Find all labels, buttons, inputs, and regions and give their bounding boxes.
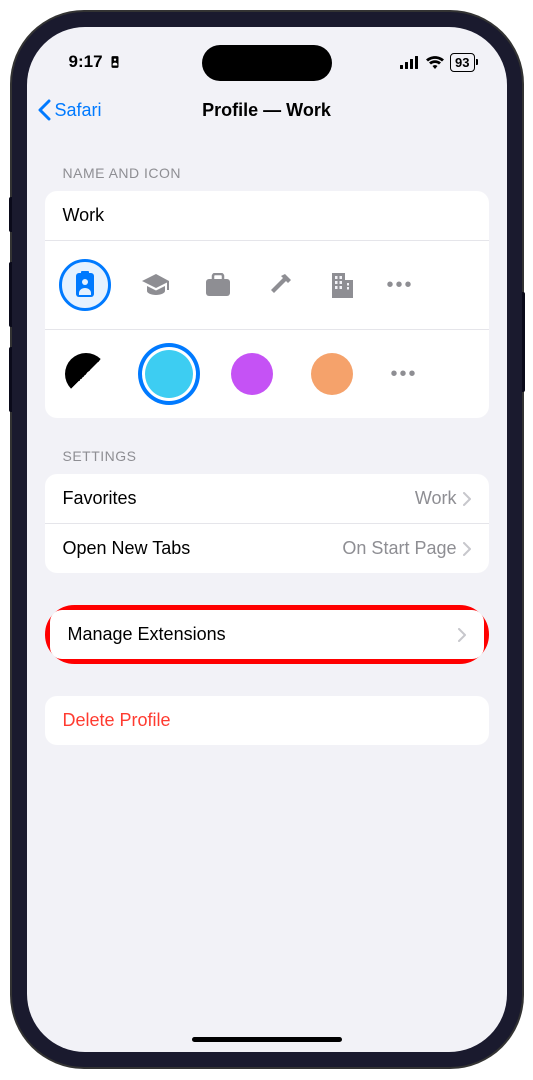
back-label: Safari	[55, 100, 102, 121]
icon-option-graduation[interactable]	[139, 274, 173, 296]
section-header-settings: SETTINGS	[45, 418, 489, 474]
profile-status-icon	[108, 55, 122, 69]
color-picker-row: •••	[45, 330, 489, 418]
color-option-blue[interactable]	[145, 350, 193, 398]
icon-option-badge[interactable]	[59, 259, 111, 311]
navigation-bar: Safari Profile — Work	[27, 85, 507, 135]
phone-screen: 9:17 93 Safari Profile — Work NAME AND I…	[27, 27, 507, 1052]
icon-option-hammer[interactable]	[263, 272, 297, 298]
icon-picker-row: •••	[45, 241, 489, 330]
highlight-annotation: Manage Extensions	[45, 605, 489, 664]
delete-card: Delete Profile	[45, 696, 489, 745]
settings-card: Favorites Work Open New Tabs On Start Pa…	[45, 474, 489, 573]
favorites-value: Work	[415, 488, 457, 509]
graduation-cap-icon	[142, 274, 170, 296]
name-icon-card: Work	[45, 191, 489, 418]
back-button[interactable]: Safari	[37, 99, 102, 121]
building-icon	[330, 272, 354, 298]
phone-frame: 9:17 93 Safari Profile — Work NAME AND I…	[12, 12, 522, 1067]
color-option-purple[interactable]	[231, 353, 273, 395]
chevron-right-icon	[463, 492, 471, 506]
profile-name-value: Work	[63, 205, 105, 226]
color-option-orange[interactable]	[311, 353, 353, 395]
favorites-row[interactable]: Favorites Work	[45, 474, 489, 524]
chevron-left-icon	[37, 99, 51, 121]
manage-extensions-label: Manage Extensions	[68, 624, 226, 645]
wifi-icon	[426, 56, 444, 69]
chevron-right-icon	[458, 628, 466, 642]
section-header-name-icon: NAME AND ICON	[45, 135, 489, 191]
briefcase-icon	[205, 273, 231, 297]
cellular-icon	[400, 56, 420, 69]
open-tabs-label: Open New Tabs	[63, 538, 191, 559]
more-colors-button[interactable]: •••	[391, 363, 418, 386]
mute-switch	[9, 197, 12, 232]
status-time: 9:17	[69, 52, 103, 72]
battery-indicator: 93	[450, 53, 474, 72]
extensions-card: Manage Extensions	[50, 610, 484, 659]
power-button	[522, 292, 525, 392]
profile-name-row[interactable]: Work	[45, 191, 489, 241]
chevron-right-icon	[463, 542, 471, 556]
home-indicator[interactable]	[192, 1037, 342, 1042]
open-tabs-value: On Start Page	[342, 538, 456, 559]
page-title: Profile — Work	[202, 100, 331, 121]
delete-profile-row[interactable]: Delete Profile	[45, 696, 489, 745]
id-badge-icon	[74, 271, 96, 299]
favorites-label: Favorites	[63, 488, 137, 509]
open-new-tabs-row[interactable]: Open New Tabs On Start Page	[45, 524, 489, 573]
manage-extensions-row[interactable]: Manage Extensions	[50, 610, 484, 659]
more-icons-button[interactable]: •••	[387, 274, 414, 297]
delete-profile-label: Delete Profile	[63, 710, 171, 731]
volume-up	[9, 262, 12, 327]
color-option-bw[interactable]	[65, 353, 107, 395]
icon-option-building[interactable]	[325, 272, 359, 298]
volume-down	[9, 347, 12, 412]
dynamic-island	[202, 45, 332, 81]
icon-option-briefcase[interactable]	[201, 273, 235, 297]
hammer-icon	[267, 272, 293, 298]
